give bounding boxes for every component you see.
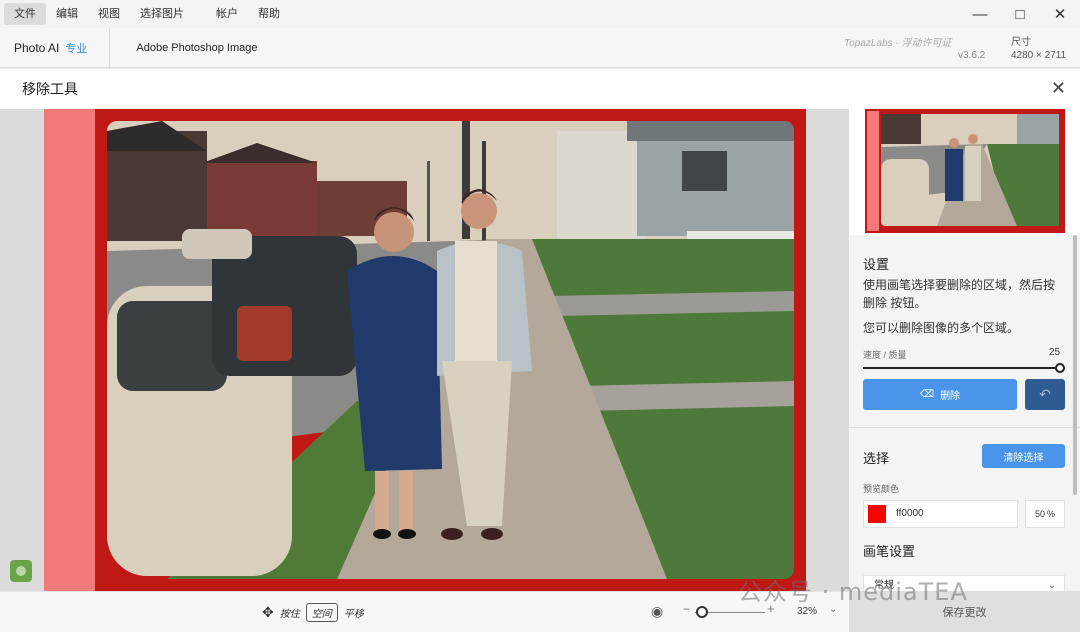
tool-header: 移除工具 ✕: [0, 69, 1080, 109]
photo-illustration: [107, 121, 794, 579]
undo-icon: ↶: [1039, 386, 1051, 402]
version-text: v3.6.2: [958, 50, 986, 61]
tool-title: 移除工具: [22, 81, 78, 97]
preview-color-label: 预览颜色: [863, 484, 900, 494]
app-header: Photo AI 专业 Adobe Photoshop Image TopazL…: [0, 27, 1080, 68]
app-name: Photo AI: [14, 40, 60, 55]
color-field[interactable]: ff0000: [863, 500, 1018, 528]
license-text: TopazLabs - 浮动许可证: [844, 38, 952, 49]
erase-button[interactable]: ⌫ 删除: [863, 379, 1017, 410]
maximize-icon[interactable]: □: [1000, 0, 1040, 28]
menu-file[interactable]: 文件: [4, 3, 46, 25]
bottom-toolbar: ✥ 按住 空间 平移 ◉ − + 32% ⌄: [0, 591, 849, 632]
panel-scrollbar[interactable]: [1073, 235, 1077, 495]
thumbnail-preview[interactable]: [865, 109, 1065, 233]
opacity-unit: %: [1047, 509, 1056, 519]
erase-label: 删除: [940, 391, 961, 402]
menu-select-image[interactable]: 选择图片: [130, 3, 194, 25]
pan-hint: ✥ 按住 空间 平移: [262, 603, 364, 622]
selection-title: 选择: [863, 451, 890, 466]
size-label: 尺寸: [1011, 37, 1031, 48]
file-name: Adobe Photoshop Image: [136, 41, 258, 54]
slider-handle[interactable]: [1055, 363, 1065, 373]
color-swatch[interactable]: [868, 505, 886, 523]
slider-value: 25: [1049, 347, 1061, 358]
close-window-icon[interactable]: ✕: [1040, 0, 1080, 28]
mask-overlay-left: [44, 109, 100, 591]
panel-divider: [849, 427, 1080, 428]
clear-selection-button[interactable]: 清除选择: [982, 444, 1065, 468]
opacity-value: 50: [1034, 509, 1045, 519]
settings-hint: 您可以删除图像的多个区域。: [863, 321, 1020, 335]
space-key: 空间: [305, 603, 338, 622]
move-icon: ✥: [262, 604, 274, 620]
zoom-out-icon[interactable]: −: [683, 602, 690, 616]
image-canvas[interactable]: [0, 109, 849, 591]
zoom-handle[interactable]: [696, 606, 708, 618]
color-hex: ff0000: [896, 508, 924, 519]
eraser-icon: ⌫: [919, 389, 935, 400]
eye-icon[interactable]: ◉: [651, 603, 663, 620]
undo-button[interactable]: ↶: [1025, 379, 1065, 410]
menu-account[interactable]: 帐户: [206, 3, 248, 25]
photo[interactable]: [107, 121, 794, 579]
menu-edit[interactable]: 编辑: [46, 3, 88, 25]
speed-quality-slider[interactable]: [863, 367, 1061, 369]
thumbnail-area: [849, 109, 1080, 235]
settings-panel: 设置 使用画笔选择要删除的区域，然后按 删除 按钮。 您可以删除图像的多个区域。…: [849, 109, 1080, 597]
canvas-badge-icon[interactable]: [10, 560, 32, 582]
slider-label: 速度 / 质量: [863, 350, 907, 360]
menu-bar: 文件 编辑 视图 选择图片 帐户 帮助 — □ ✕: [0, 0, 1080, 28]
minimize-icon[interactable]: —: [960, 0, 1000, 28]
thumbnail-illustration: [867, 111, 1059, 231]
pan-text: 平移: [343, 609, 364, 620]
menu-help[interactable]: 帮助: [248, 3, 290, 25]
window-controls: — □ ✕: [960, 0, 1080, 28]
app-tier: 专业: [65, 42, 88, 55]
close-tool-icon[interactable]: ✕: [1051, 79, 1066, 97]
settings-description: 使用画笔选择要删除的区域，然后按 删除 按钮。: [863, 278, 1056, 310]
header-divider: [109, 27, 111, 68]
size-value: 4280 × 2711: [1011, 50, 1067, 61]
hold-text: 按住: [279, 609, 300, 620]
settings-title: 设置: [863, 257, 890, 272]
menu-view[interactable]: 视图: [88, 3, 130, 25]
zoom-level[interactable]: 32%: [797, 606, 817, 617]
watermark-text: 公众号 · mediaTEA: [738, 578, 968, 606]
mask-frame: [95, 109, 806, 591]
opacity-field[interactable]: 50 %: [1025, 500, 1065, 528]
brush-settings-title: 画笔设置: [863, 544, 916, 559]
